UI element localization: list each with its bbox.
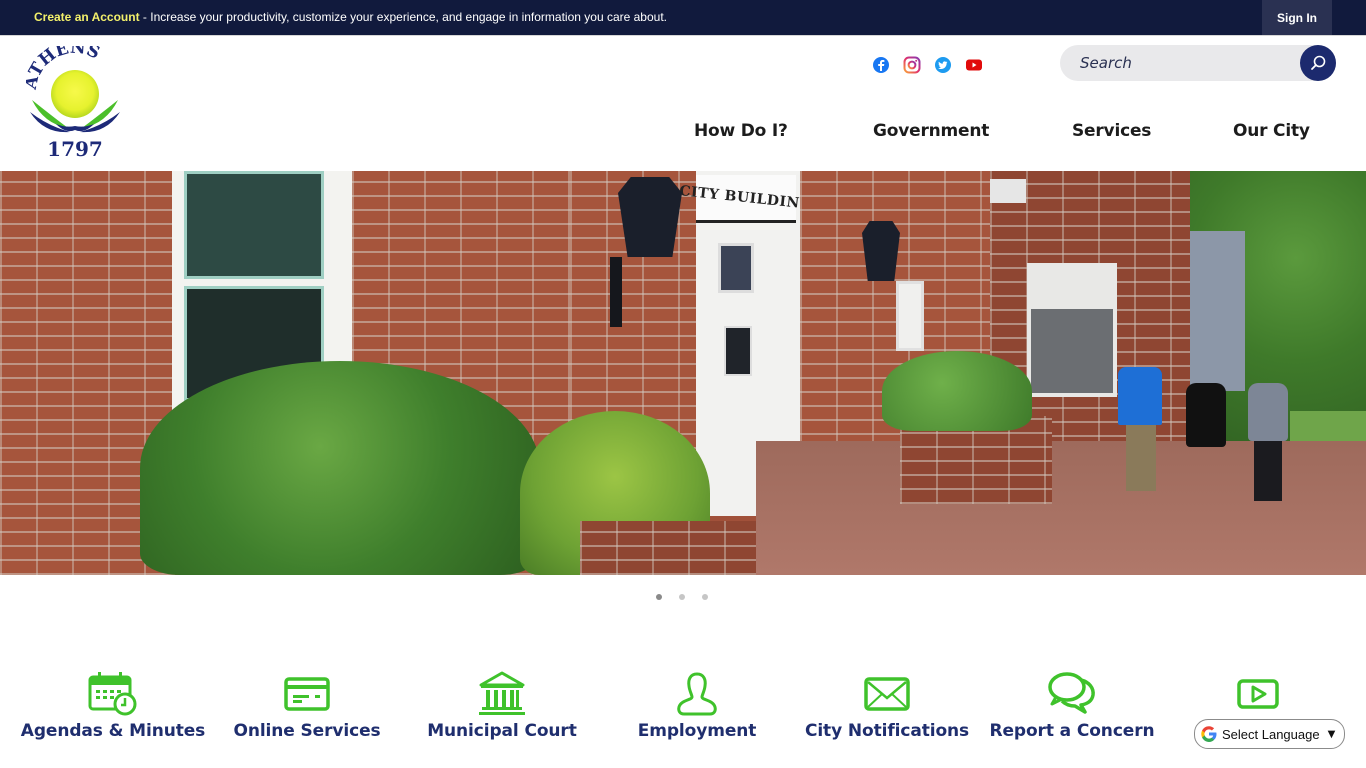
promo-text: - Increase your productivity, customize … <box>139 10 667 24</box>
person-blue-shirt <box>1118 367 1162 425</box>
nav-item-government[interactable]: Government <box>873 121 989 141</box>
nav-item-how-do-i[interactable]: How Do I? <box>694 121 788 141</box>
youtube-icon[interactable] <box>965 56 983 74</box>
building-sign: CITY BUILDING <box>678 182 814 213</box>
quick-link-label: Municipal Court <box>427 721 577 741</box>
top-bar: Create an Account - Increase your produc… <box>0 0 1366 35</box>
nav-item-our-city[interactable]: Our City <box>1233 121 1310 141</box>
search-input[interactable] <box>1080 53 1290 73</box>
facebook-icon[interactable] <box>872 56 890 74</box>
quick-link-label: Agendas & Minutes <box>20 721 206 741</box>
quick-link-label: Online Services <box>233 721 381 741</box>
person-legs <box>1254 441 1282 501</box>
language-select[interactable]: Select Language ▼ <box>1194 719 1345 749</box>
twitter-icon[interactable] <box>934 56 952 74</box>
person-gray-shirt <box>1248 383 1288 441</box>
create-account-link[interactable]: Create an Account <box>34 10 140 24</box>
divider <box>0 35 1366 36</box>
search-icon <box>1311 55 1326 70</box>
quick-link-video[interactable] <box>1208 670 1308 718</box>
social-links <box>872 56 983 74</box>
chat-bubbles-icon <box>1048 672 1095 714</box>
credit-card-icon <box>284 677 330 711</box>
calendar-clock-icon <box>88 672 137 716</box>
main-nav: How Do I? Government Services Our City <box>0 121 1366 145</box>
slide-dot-3[interactable] <box>702 594 708 600</box>
shrub <box>140 361 540 575</box>
shuttered-window <box>1027 263 1117 397</box>
nav-item-services[interactable]: Services <box>1072 121 1151 141</box>
planter-box <box>580 521 756 575</box>
background-house <box>1190 231 1245 391</box>
slide-indicators <box>656 594 708 600</box>
quick-link-agendas-minutes[interactable]: Agendas & Minutes <box>18 670 208 741</box>
language-select-value: Select Language <box>1222 726 1320 742</box>
chevron-down-icon: ▼ <box>1327 728 1336 740</box>
quick-link-label: Employment <box>637 721 757 741</box>
quick-link-label: Report a Concern <box>989 721 1155 741</box>
quick-link-online-services[interactable]: Online Services <box>222 670 392 741</box>
envelope-icon <box>864 677 910 711</box>
slide-dot-1[interactable] <box>656 594 662 600</box>
air-conditioner <box>990 179 1026 203</box>
quick-link-report-concern[interactable]: Report a Concern <box>982 670 1162 741</box>
quick-link-label: City Notifications <box>804 721 970 741</box>
search-box <box>1060 45 1336 81</box>
hero-banner: CITY BUILDING <box>0 171 1366 575</box>
quick-link-city-notifications[interactable]: City Notifications <box>797 670 977 741</box>
search-button[interactable] <box>1300 45 1336 81</box>
create-account-promo: Create an Account - Increase your produc… <box>34 10 667 24</box>
side-window <box>896 281 924 351</box>
person-icon <box>677 672 717 716</box>
slide-dot-2[interactable] <box>679 594 685 600</box>
courthouse-icon <box>479 671 525 715</box>
person-black-top <box>1186 383 1226 447</box>
instagram-icon[interactable] <box>903 56 921 74</box>
quick-link-municipal-court[interactable]: Municipal Court <box>412 670 592 741</box>
sign-in-button[interactable]: Sign In <box>1262 0 1332 35</box>
person-legs <box>1126 425 1156 491</box>
google-icon <box>1201 726 1217 742</box>
wall-lamp <box>862 221 900 281</box>
shrub <box>882 351 1032 431</box>
lamp-bracket <box>610 257 622 327</box>
wall-lamp <box>618 177 682 257</box>
quick-link-employment[interactable]: Employment <box>622 670 772 741</box>
video-play-icon <box>1237 679 1279 709</box>
